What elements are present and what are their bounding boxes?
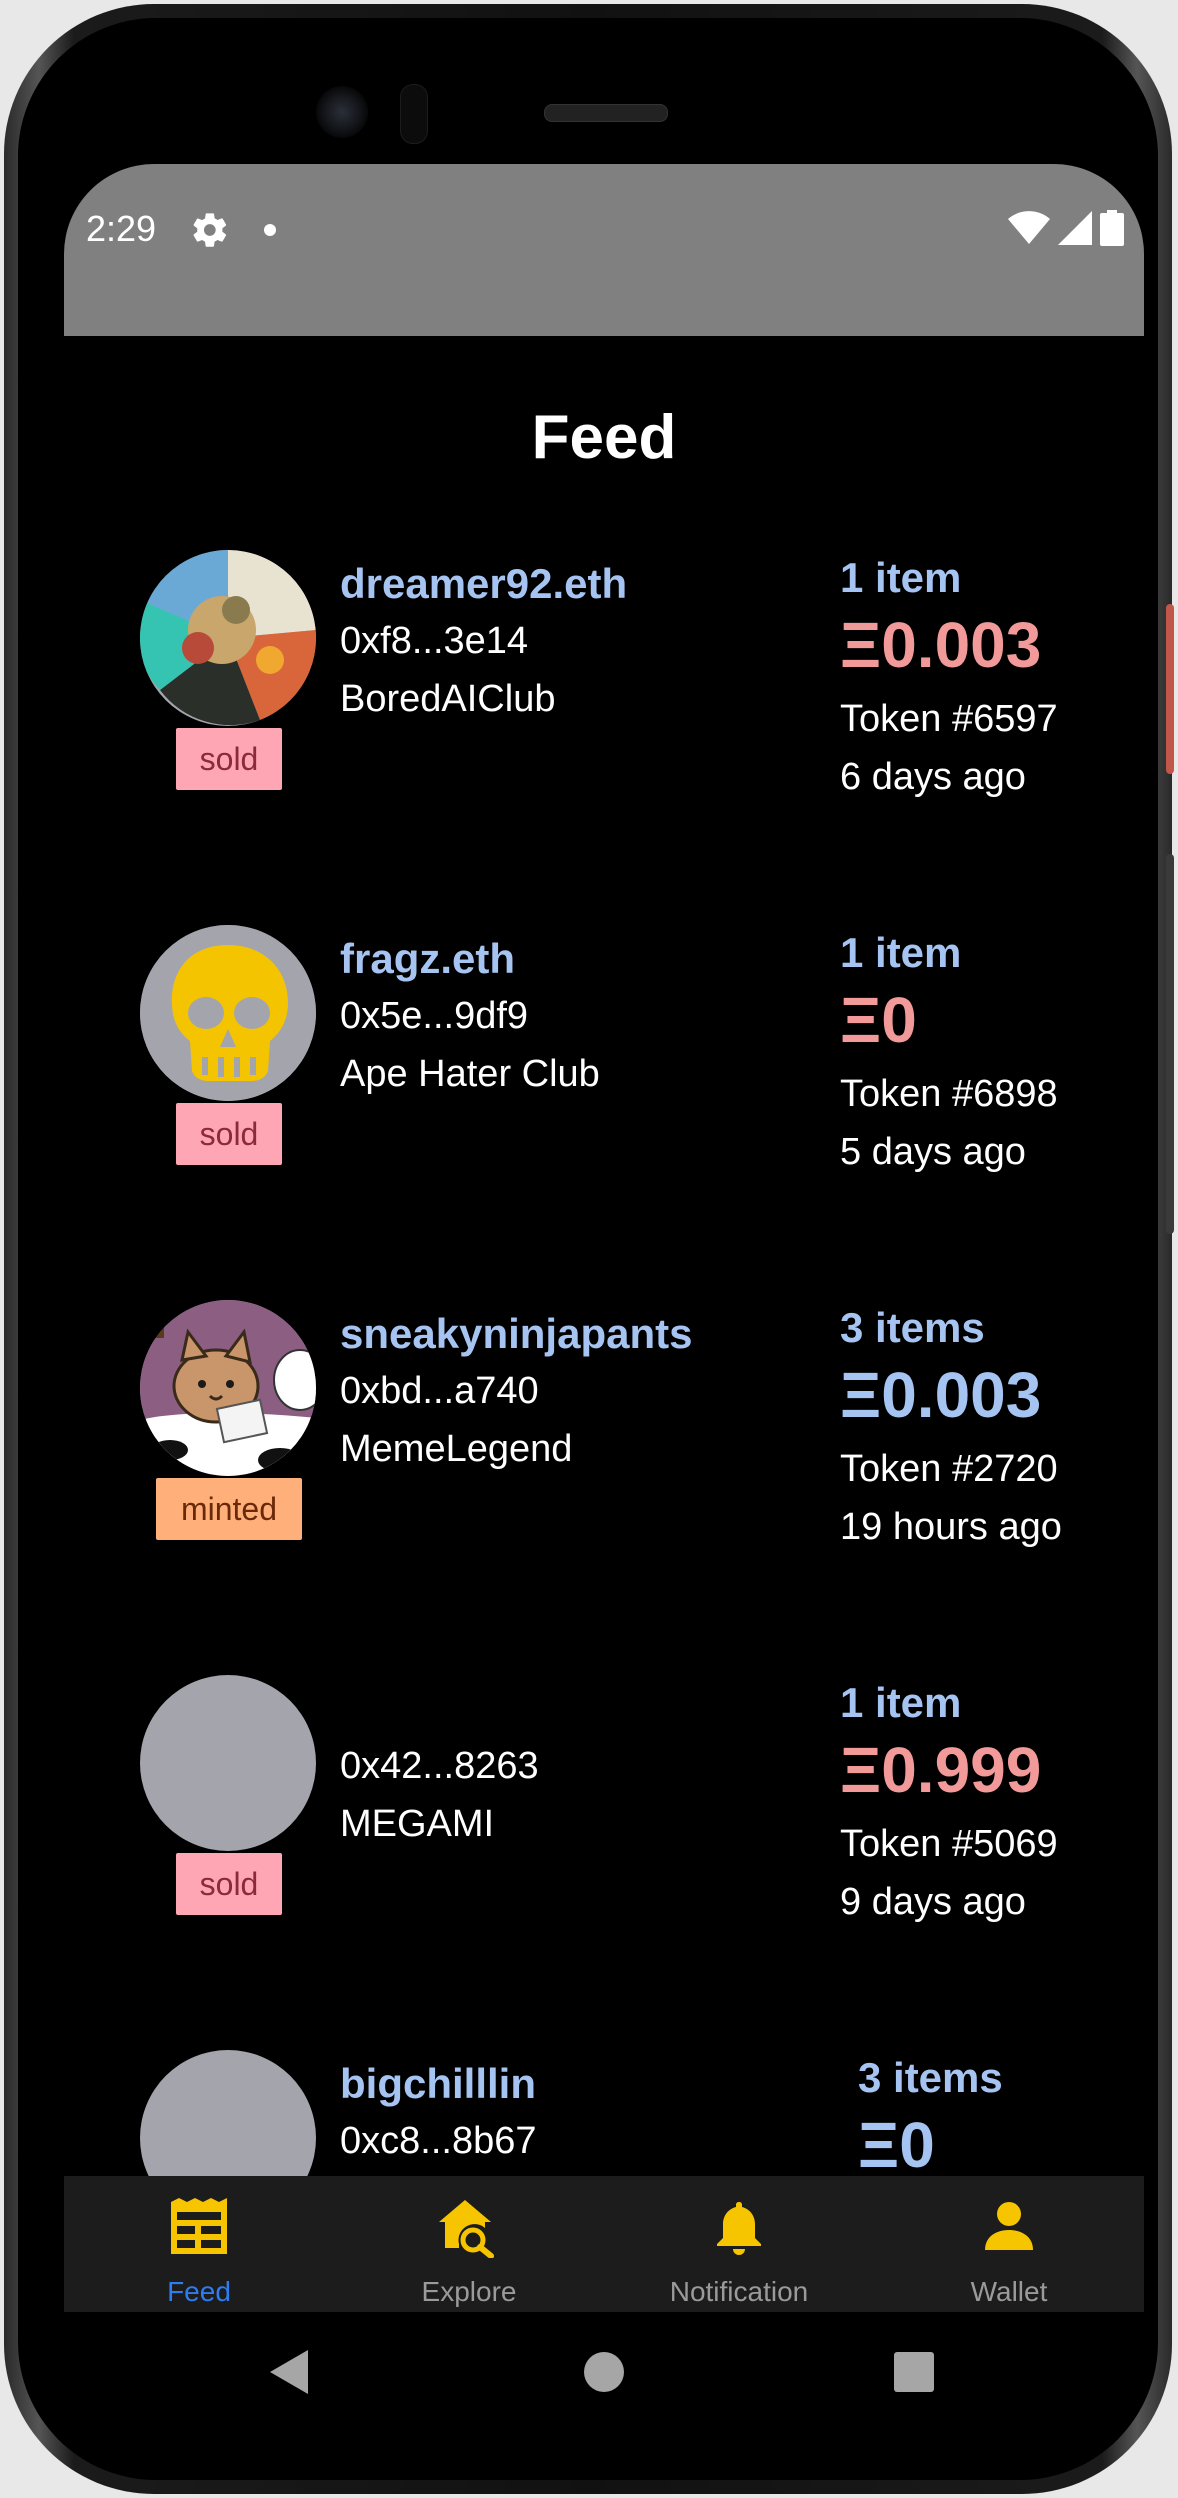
wallet-address: 0xbd...a740	[340, 1370, 539, 1412]
token-id: Token #6898	[840, 1073, 1058, 1115]
token-id: Token #2720	[840, 1448, 1058, 1490]
timestamp: 19 hours ago	[840, 1506, 1062, 1548]
status-badge: sold	[176, 1103, 282, 1165]
tab-label: Explore	[421, 2276, 517, 2307]
price: Ξ0	[840, 984, 917, 1056]
tab-explore[interactable]: Explore	[334, 2176, 604, 2312]
token-id: Token #5069	[840, 1823, 1058, 1865]
screen: 2:29 Feed sold dreamer92.eth 0xf8...3e14…	[64, 164, 1144, 2448]
price: Ξ0	[858, 2109, 935, 2181]
placeholder-avatar[interactable]	[140, 1675, 316, 1851]
power-button	[1166, 604, 1174, 774]
page-title: Feed	[531, 403, 677, 472]
item-count: 1 item	[840, 554, 962, 601]
tab-feed[interactable]: Feed	[64, 2176, 334, 2312]
item-count: 1 item	[840, 929, 962, 976]
cat-avatar[interactable]	[140, 1300, 316, 1476]
nft-art-avatar[interactable]	[140, 550, 316, 726]
wallet-address: 0x42...8263	[340, 1745, 539, 1787]
status-icons	[1008, 210, 1124, 246]
system-nav-bar	[64, 2312, 1144, 2448]
collection-name: Ape Hater Club	[340, 1053, 600, 1095]
tab-label: Wallet	[970, 2276, 1048, 2307]
timestamp: 6 days ago	[840, 756, 1026, 798]
user-name-link[interactable]: sneakyninjapants	[340, 1310, 692, 1358]
home-icon[interactable]	[584, 2352, 624, 2392]
status-bar: 2:29	[64, 164, 1144, 336]
user-icon	[985, 2202, 1033, 2250]
front-camera	[316, 86, 368, 138]
user-name-link[interactable]: fragz.eth	[340, 935, 515, 983]
proximity-sensor	[400, 84, 428, 144]
tab-label: Notification	[669, 2276, 809, 2307]
wallet-address: 0xc8...8b67	[340, 2120, 537, 2162]
status-badge: minted	[156, 1478, 302, 1540]
feed-item[interactable]: sold fragz.eth 0x5e...9df9 Ape Hater Clu…	[64, 925, 1144, 1255]
back-icon[interactable]	[270, 2350, 310, 2394]
tab-wallet[interactable]: Wallet	[874, 2176, 1144, 2312]
bottom-tab-bar: Feed Explore Notification Wallet	[64, 2176, 1144, 2312]
recents-icon[interactable]	[894, 2352, 934, 2392]
status-badge: sold	[176, 1853, 282, 1915]
collection-name: MEGAMI	[340, 1803, 495, 1845]
timestamp: 5 days ago	[840, 1131, 1026, 1173]
status-time: 2:29	[86, 208, 157, 249]
collection-name: MemeLegend	[340, 1428, 573, 1470]
feed-item[interactable]: minted sneakyninjapants 0xbd...a740 Meme…	[64, 1300, 1144, 1630]
price: Ξ0.003	[840, 609, 1042, 681]
earpiece-speaker	[544, 104, 668, 122]
feed-item[interactable]: sold 0x42...8263 MEGAMI 1 item Ξ0.999 To…	[64, 1675, 1144, 2005]
user-name-link[interactable]: bigchilllin	[340, 2060, 536, 2108]
feed-icon	[171, 2198, 227, 2254]
skull-avatar[interactable]	[140, 925, 316, 1101]
explore-icon	[439, 2200, 494, 2258]
price: Ξ0.003	[840, 1359, 1042, 1431]
wallet-address: 0xf8...3e14	[340, 620, 529, 662]
token-id: Token #6597	[840, 698, 1058, 740]
timestamp: 9 days ago	[840, 1881, 1026, 1923]
wifi-icon	[1008, 211, 1050, 244]
tab-notification[interactable]: Notification	[604, 2176, 874, 2312]
collection-name: BoredAIClub	[340, 678, 556, 720]
feed-item[interactable]: sold dreamer92.eth 0xf8...3e14 BoredAICl…	[64, 550, 1144, 880]
bell-icon	[717, 2202, 761, 2255]
user-name-link[interactable]: dreamer92.eth	[340, 560, 627, 608]
volume-button	[1166, 854, 1174, 1234]
wallet-address: 0x5e...9df9	[340, 995, 529, 1037]
battery-icon	[1100, 210, 1124, 246]
price: Ξ0.999	[840, 1734, 1042, 1806]
phone-bezel: 2:29 Feed sold dreamer92.eth 0xf8...3e14…	[18, 18, 1158, 2480]
tab-label: Feed	[167, 2276, 231, 2307]
settings-gear-icon	[193, 213, 227, 247]
item-count: 3 items	[858, 2054, 1003, 2101]
cell-signal-icon	[1058, 211, 1092, 245]
notification-dot-icon	[264, 224, 276, 236]
item-count: 3 items	[840, 1304, 985, 1351]
phone-frame: 2:29 Feed sold dreamer92.eth 0xf8...3e14…	[4, 4, 1174, 2494]
status-badge: sold	[176, 728, 282, 790]
item-count: 1 item	[840, 1679, 962, 1726]
